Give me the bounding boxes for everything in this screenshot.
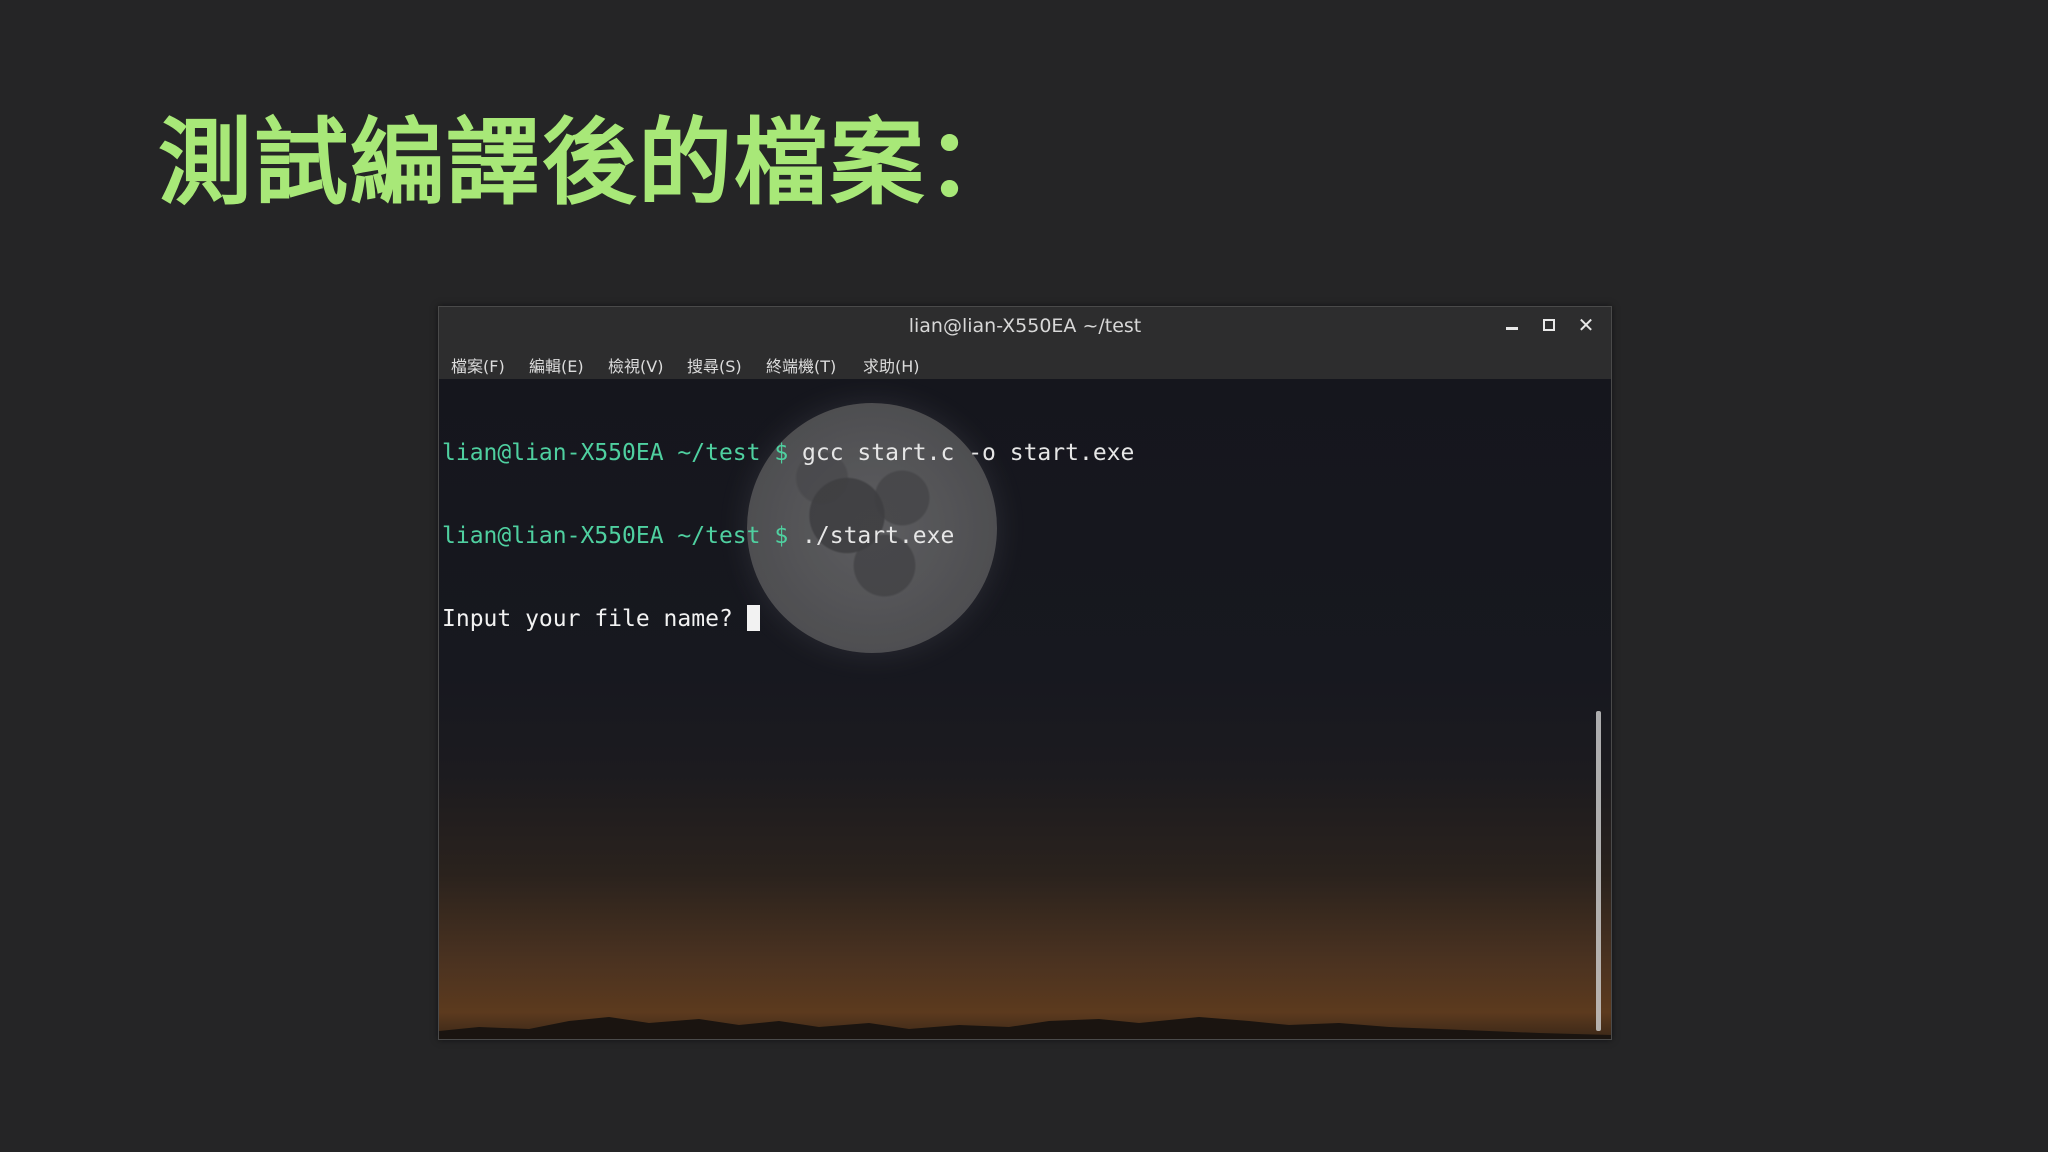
terminal-body[interactable]: lian@lian-X550EA ~/test $ gcc start.c -o… (439, 379, 1611, 1039)
menu-help[interactable]: 求助(H) (863, 353, 920, 377)
text-cursor (746, 605, 760, 631)
shell-prompt: lian@lian-X550EA ~/test $ (442, 440, 789, 466)
maximize-button[interactable] (1535, 311, 1563, 339)
terminal-window[interactable]: lian@lian-X550EA ~/test ✕ 檔案(F) 編輯(E) 檢視… (438, 306, 1612, 1040)
minimize-button[interactable] (1498, 311, 1526, 339)
menu-terminal[interactable]: 終端機(T) (766, 353, 836, 377)
terminal-line: Input your file name? (442, 605, 1134, 634)
terminal-output: lian@lian-X550EA ~/test $ gcc start.c -o… (442, 385, 1134, 689)
shell-command: gcc start.c -o start.exe (788, 440, 1135, 466)
close-button[interactable]: ✕ (1572, 311, 1600, 339)
menu-file[interactable]: 檔案(F) (451, 353, 505, 377)
menu-view[interactable]: 檢視(V) (608, 353, 663, 377)
menu-search[interactable]: 搜尋(S) (687, 353, 742, 377)
maximize-icon (1543, 319, 1555, 331)
minimize-icon (1506, 326, 1518, 330)
terminal-line: lian@lian-X550EA ~/test $ gcc start.c -o… (442, 440, 1134, 468)
shell-prompt: lian@lian-X550EA ~/test $ (442, 522, 789, 549)
menu-edit[interactable]: 編輯(E) (529, 353, 584, 377)
shell-command: ./start.exe (788, 522, 955, 549)
window-titlebar[interactable]: lian@lian-X550EA ~/test ✕ (439, 307, 1611, 343)
hills-silhouette (439, 1017, 1611, 1039)
window-title: lian@lian-X550EA ~/test (908, 315, 1142, 337)
close-icon: ✕ (1577, 313, 1595, 337)
terminal-line: lian@lian-X550EA ~/test $ ./start.exe (442, 523, 1134, 551)
slide-title: 測試編譯後的檔案： (158, 109, 1023, 218)
scrollbar[interactable] (1596, 711, 1601, 1031)
program-output: Input your file name? (442, 606, 747, 632)
